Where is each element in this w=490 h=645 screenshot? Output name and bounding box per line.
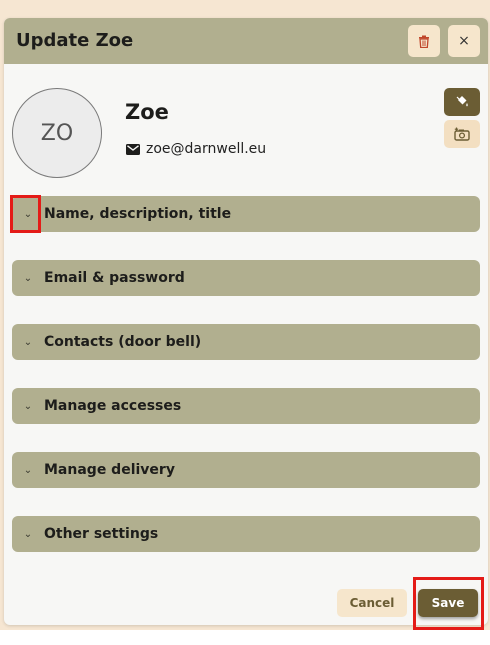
close-icon: × bbox=[458, 33, 470, 49]
user-email-row: zoe@darnwell.eu bbox=[126, 141, 266, 157]
envelope-icon bbox=[126, 143, 140, 155]
cancel-button[interactable]: Cancel bbox=[337, 589, 407, 617]
change-color-button[interactable] bbox=[444, 88, 480, 116]
section-label: Name, description, title bbox=[44, 206, 232, 222]
chevron-down-icon[interactable]: ⌄ bbox=[14, 529, 42, 540]
user-email: zoe@darnwell.eu bbox=[146, 141, 267, 157]
trash-icon bbox=[419, 35, 429, 48]
dialog-header: Update Zoe × bbox=[4, 18, 488, 64]
chevron-down-icon[interactable]: ⌄ bbox=[14, 273, 42, 284]
delete-button[interactable] bbox=[408, 25, 440, 57]
section-name-description-title[interactable]: ⌄ Name, description, title bbox=[12, 196, 480, 232]
update-user-dialog: Update Zoe × ZO Zoe zoe@darnwell.eu ⌄ Na… bbox=[4, 18, 488, 625]
section-label: Manage delivery bbox=[44, 462, 175, 478]
section-other-settings[interactable]: ⌄ Other settings bbox=[12, 516, 480, 552]
add-photo-icon bbox=[454, 127, 470, 141]
section-label: Other settings bbox=[44, 526, 159, 542]
section-email-password[interactable]: ⌄ Email & password bbox=[12, 260, 480, 296]
chevron-down-icon[interactable]: ⌄ bbox=[14, 209, 42, 220]
section-label: Contacts (door bell) bbox=[44, 334, 202, 350]
paint-bucket-icon bbox=[456, 96, 468, 107]
section-manage-delivery[interactable]: ⌄ Manage delivery bbox=[12, 452, 480, 488]
section-contacts-door-bell[interactable]: ⌄ Contacts (door bell) bbox=[12, 324, 480, 360]
avatar-initials: ZO bbox=[40, 120, 74, 146]
close-button[interactable]: × bbox=[448, 25, 480, 57]
user-name: Zoe bbox=[125, 100, 169, 124]
avatar: ZO bbox=[12, 88, 102, 178]
chevron-down-icon[interactable]: ⌄ bbox=[14, 465, 42, 476]
add-photo-button[interactable] bbox=[444, 120, 480, 148]
section-label: Email & password bbox=[44, 270, 185, 286]
section-label: Manage accesses bbox=[44, 398, 182, 414]
save-button[interactable]: Save bbox=[418, 589, 478, 617]
section-manage-accesses[interactable]: ⌄ Manage accesses bbox=[12, 388, 480, 424]
dialog-title: Update Zoe bbox=[16, 30, 134, 51]
chevron-down-icon[interactable]: ⌄ bbox=[14, 401, 42, 412]
chevron-down-icon[interactable]: ⌄ bbox=[14, 337, 42, 348]
